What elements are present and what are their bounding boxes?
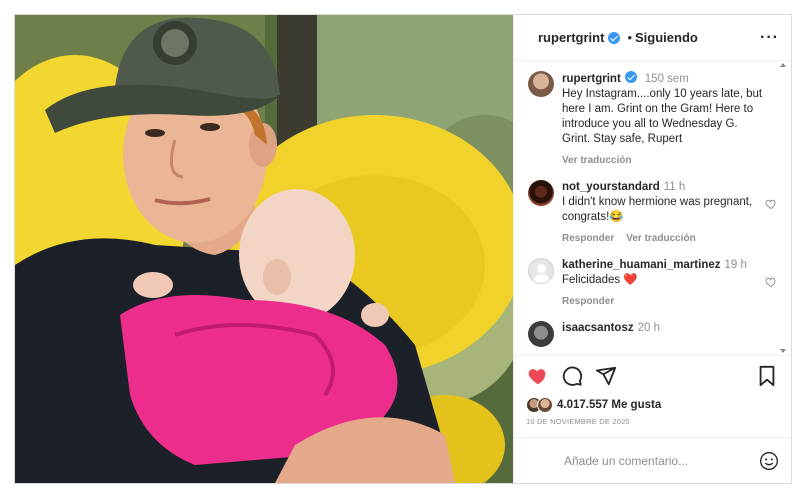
header-separator: • <box>627 30 633 45</box>
comment-text: Felicidades ❤️ <box>562 274 638 286</box>
post-photo[interactable] <box>15 15 513 483</box>
caption: rupertgrint 150 sem Hey Instagram....only… <box>528 71 779 168</box>
post-header: rupertgrint • Siguiendo ··· <box>514 15 791 61</box>
photo-illustration <box>15 15 513 483</box>
verified-badge-icon <box>624 71 637 83</box>
add-comment-input[interactable] <box>564 453 753 468</box>
caption-text: Hey Instagram....only 10 years late, but… <box>562 88 763 145</box>
like-button[interactable] <box>526 364 550 388</box>
comment-icon <box>562 366 583 386</box>
likes-summary[interactable]: 4.017.557 Me gusta <box>514 395 791 415</box>
comments-scrollbar[interactable] <box>780 61 789 355</box>
avatar[interactable] <box>528 180 554 206</box>
post-actions-bar <box>514 355 791 395</box>
comment-text: I didn't know hermione was pregnant, con… <box>562 196 753 223</box>
comment-item: isaacsantosz 20 h <box>528 321 779 347</box>
heart-filled-icon <box>528 368 546 384</box>
follow-status-button[interactable]: Siguiendo <box>635 30 698 45</box>
caption-time: 150 sem <box>644 73 689 85</box>
smiley-icon[interactable] <box>759 451 779 471</box>
more-options-icon[interactable]: ··· <box>760 29 779 47</box>
header-username[interactable]: rupertgrint <box>538 30 604 45</box>
liker-avatar <box>537 397 553 413</box>
avatar[interactable] <box>528 321 554 347</box>
comment-time: 19 h <box>724 259 747 271</box>
reply-link[interactable]: Responder <box>562 233 614 244</box>
paper-plane-icon <box>595 366 617 385</box>
bookmark-icon <box>759 365 775 386</box>
like-comment-heart-icon[interactable] <box>765 198 777 210</box>
post-dialog: rupertgrint • Siguiendo ··· rupertgrint 1… <box>14 14 792 484</box>
comment-time: 20 h <box>637 322 660 334</box>
post-date: 10 DE NOVIEMBRE DE 2020 <box>526 417 630 426</box>
verified-badge-icon <box>608 31 621 44</box>
reply-link[interactable]: Responder <box>562 296 614 307</box>
comment-item: katherine_huamani_martinez 19 h Felicidad… <box>528 258 779 309</box>
comment-username[interactable]: katherine_huamani_martinez <box>562 259 721 271</box>
comment-button[interactable] <box>560 364 584 388</box>
comment-username[interactable]: isaacsantosz <box>562 322 634 334</box>
caption-username[interactable]: rupertgrint <box>562 73 621 85</box>
comments-list[interactable]: rupertgrint 150 sem Hey Instagram....only… <box>514 61 791 355</box>
save-button[interactable] <box>755 364 779 388</box>
like-comment-heart-icon[interactable] <box>765 276 777 288</box>
comment-username[interactable]: not_yourstandard <box>562 181 660 193</box>
avatar[interactable] <box>528 258 554 284</box>
share-button[interactable] <box>594 364 618 388</box>
post-side-panel: rupertgrint • Siguiendo ··· rupertgrint 1… <box>513 15 791 483</box>
comment-time: 11 h <box>663 181 686 193</box>
avatar[interactable] <box>528 71 554 97</box>
see-translation-link[interactable]: Ver traducción <box>562 155 631 166</box>
scroll-down-arrow-icon[interactable] <box>780 349 786 353</box>
add-comment-bar <box>514 437 791 483</box>
likes-count[interactable]: 4.017.557 Me gusta <box>557 399 661 411</box>
scroll-up-arrow-icon[interactable] <box>780 63 786 67</box>
comment-item: not_yourstandard 11 h I didn't know hermi… <box>528 180 779 246</box>
see-translation-link[interactable]: Ver traducción <box>626 233 695 244</box>
